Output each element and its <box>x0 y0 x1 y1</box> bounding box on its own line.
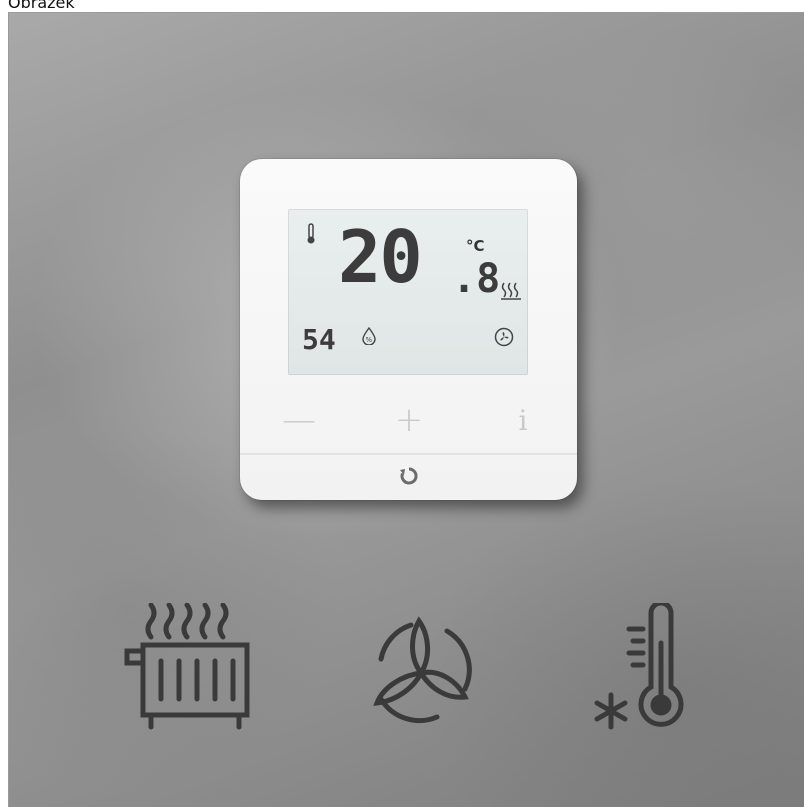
temperature-unit: °C <box>466 237 485 255</box>
fan-icon <box>373 616 472 724</box>
humidity-drop-icon: % <box>362 327 376 345</box>
minus-button[interactable]: — <box>264 395 334 445</box>
panel-divider <box>240 453 577 455</box>
thermometer-snowflake-icon <box>594 603 684 730</box>
image-frame: 20 °C .8 54 % — + i <box>8 12 804 807</box>
radiator-heating-icon <box>124 603 250 730</box>
thermostat-device: 20 °C .8 54 % — + i <box>240 159 577 500</box>
humidity-value: 54 <box>302 323 336 356</box>
lcd-display: 20 °C .8 54 % <box>288 209 528 375</box>
power-reset-button[interactable] <box>394 461 424 491</box>
temperature-decimal: .8 <box>452 256 501 302</box>
thermometer-small-icon <box>307 223 315 244</box>
svg-text:%: % <box>366 336 373 344</box>
fan-small-icon <box>494 327 514 347</box>
info-button[interactable]: i <box>488 395 558 445</box>
temperature-integer: 20 <box>338 215 423 299</box>
image-caption: Obrázek <box>8 0 75 12</box>
heating-waves-icon <box>501 282 521 300</box>
reset-icon <box>400 467 418 485</box>
plus-button[interactable]: + <box>374 395 444 445</box>
